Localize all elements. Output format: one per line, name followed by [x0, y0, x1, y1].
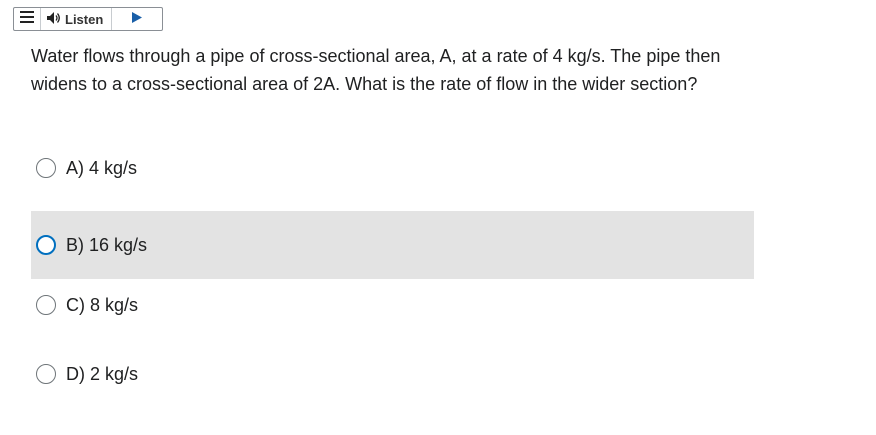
listen-label: Listen — [65, 11, 104, 27]
play-icon — [132, 10, 143, 28]
listen-button[interactable]: Listen — [41, 8, 113, 30]
option-a-label: A) 4 kg/s — [66, 157, 138, 178]
question-text: Water flows through a pipe of cross-sect… — [31, 46, 721, 94]
option-d-radio[interactable] — [36, 364, 56, 384]
option-d[interactable]: D) 2 kg/s — [31, 340, 754, 408]
option-b[interactable]: B) 16 kg/s — [31, 211, 754, 279]
option-b-label: B) 16 kg/s — [66, 234, 148, 255]
play-button[interactable] — [112, 8, 162, 30]
speaker-icon — [47, 11, 65, 27]
option-a-radio[interactable] — [36, 158, 56, 178]
option-c-radio[interactable] — [36, 295, 56, 315]
option-c[interactable]: C) 8 kg/s — [31, 271, 754, 339]
menu-icon — [20, 10, 34, 28]
option-d-label: D) 2 kg/s — [66, 363, 139, 384]
listen-toolbar: Listen — [13, 7, 163, 31]
menu-button[interactable] — [14, 8, 41, 30]
option-c-label: C) 8 kg/s — [66, 294, 139, 315]
option-a[interactable]: A) 4 kg/s — [31, 134, 754, 202]
option-b-radio[interactable] — [36, 235, 56, 255]
